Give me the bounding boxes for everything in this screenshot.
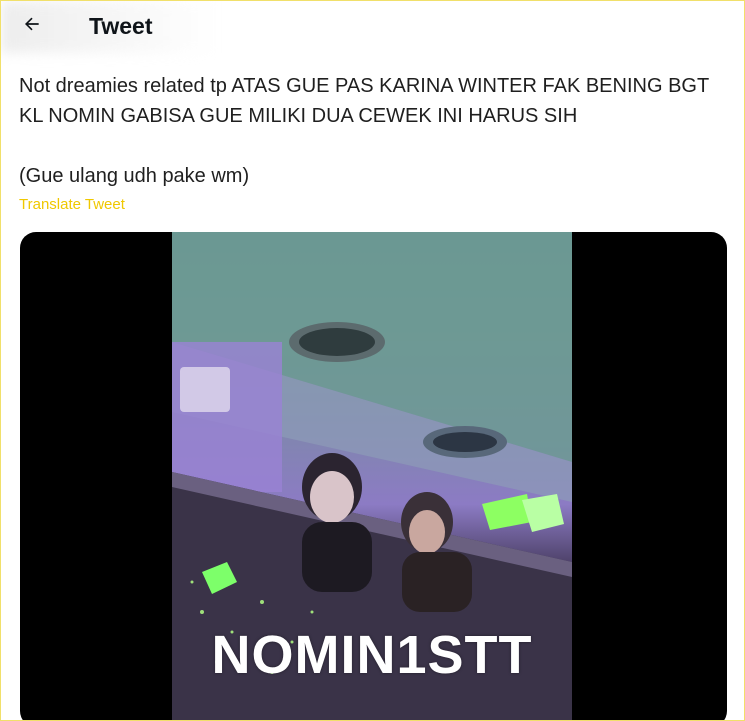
tweet-media[interactable]: NOMIN1STT	[20, 232, 727, 720]
tweet-line-main: Not dreamies related tp ATAS GUE PAS KAR…	[19, 75, 709, 127]
translate-tweet-link[interactable]: Translate Tweet	[19, 196, 125, 213]
page-header: Tweet	[1, 1, 744, 53]
tweet-page: Tweet Not dreamies related tp ATAS GUE P…	[0, 0, 745, 721]
page-title: Tweet	[89, 13, 153, 39]
arrow-left-icon	[22, 14, 42, 39]
tweet-text: Not dreamies related tp ATAS GUE PAS KAR…	[19, 71, 729, 191]
tweet-line-note: (Gue ulang udh pake wm)	[19, 165, 250, 187]
video-watermark: NOMIN1STT	[211, 625, 533, 685]
back-button[interactable]	[15, 9, 49, 43]
video-frame[interactable]: NOMIN1STT	[172, 232, 572, 720]
